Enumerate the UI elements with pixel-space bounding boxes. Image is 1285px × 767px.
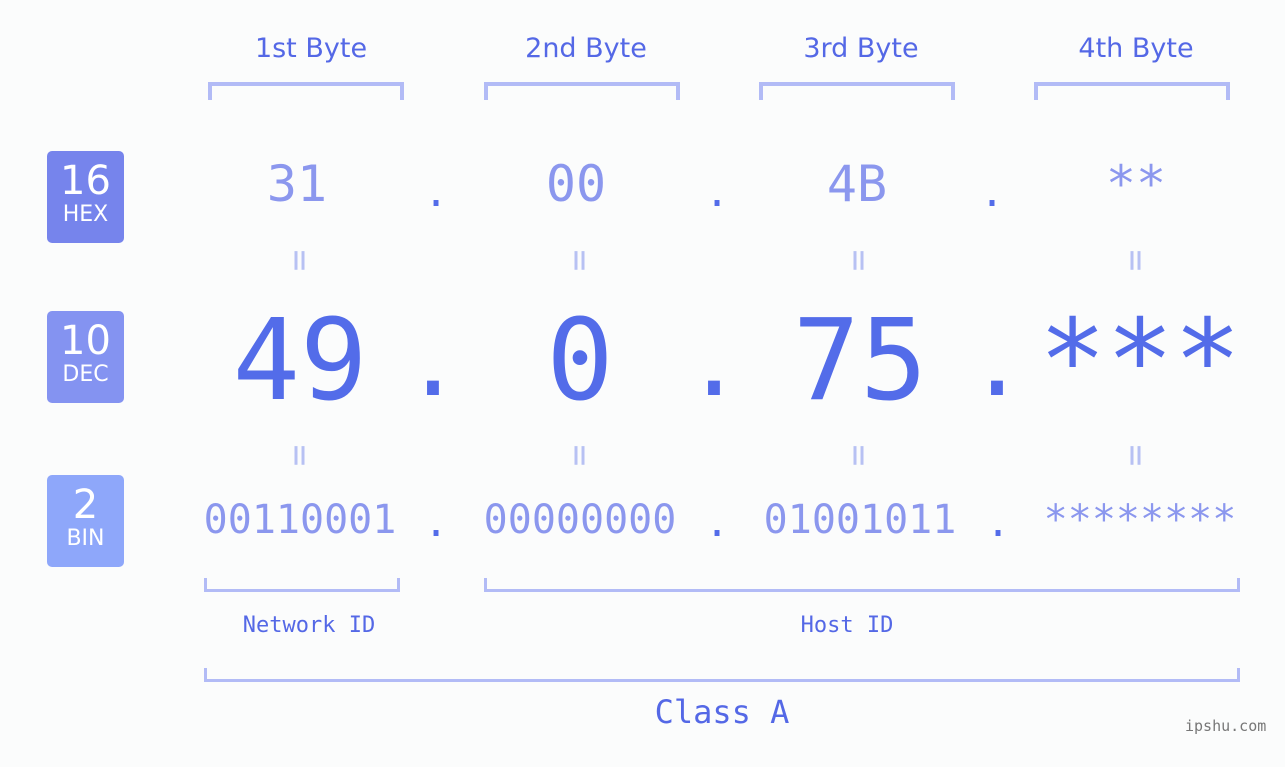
bin-value-4: ******** [1043, 497, 1237, 543]
bin-separator-2: . [704, 500, 730, 546]
dec-value-3: 75 [792, 296, 928, 426]
equals-sign: = [279, 444, 321, 467]
equals-sign: = [838, 249, 880, 272]
byte-header-2: 2nd Byte [525, 33, 647, 64]
byte-bracket-1 [208, 82, 404, 100]
dec-badge-number: 10 [60, 318, 111, 364]
bin-value-1: 00110001 [203, 497, 397, 543]
dec-value-4: *** [1038, 296, 1242, 426]
hex-value-3: 4B [826, 155, 888, 213]
bin-badge-label: BIN [66, 526, 105, 551]
bin-badge-number: 2 [72, 482, 99, 528]
network-id-label: Network ID [242, 613, 376, 638]
dec-value-2: 0 [546, 296, 614, 426]
class-bracket [204, 668, 1240, 682]
hex-badge-number: 16 [60, 158, 111, 204]
host-id-bracket [484, 578, 1240, 592]
hex-badge-label: HEX [62, 202, 109, 227]
byte-header-3: 3rd Byte [803, 33, 919, 64]
equals-sign: = [559, 249, 601, 272]
bin-value-2: 00000000 [483, 497, 677, 543]
equals-sign: = [559, 444, 601, 467]
hex-separator-2: . [704, 170, 730, 216]
equals-sign: = [1115, 249, 1157, 272]
watermark: ipshu.com [1185, 717, 1267, 735]
bin-badge: 2 BIN [47, 475, 124, 567]
equals-sign: = [838, 444, 880, 467]
hex-value-4: ** [1105, 155, 1167, 213]
hex-separator-1: . [423, 170, 449, 216]
byte-bracket-4 [1034, 82, 1230, 100]
dec-value-1: 49 [232, 296, 368, 426]
equals-sign: = [1115, 444, 1157, 467]
host-id-label: Host ID [800, 613, 894, 638]
hex-badge: 16 HEX [47, 151, 124, 243]
dec-separator-1: . [404, 306, 462, 418]
hex-value-2: 00 [545, 155, 607, 213]
equals-sign: = [279, 249, 321, 272]
byte-header-4: 4th Byte [1078, 33, 1194, 64]
bin-separator-1: . [423, 500, 449, 546]
dec-badge-label: DEC [62, 362, 109, 387]
bin-value-3: 01001011 [763, 497, 957, 543]
network-id-bracket [204, 578, 400, 592]
class-label: Class A [654, 693, 790, 731]
bin-separator-3: . [985, 500, 1011, 546]
byte-header-1: 1st Byte [254, 33, 368, 64]
dec-badge: 10 DEC [47, 311, 124, 403]
byte-bracket-2 [484, 82, 680, 100]
byte-bracket-3 [759, 82, 955, 100]
hex-separator-3: . [979, 170, 1005, 216]
dec-separator-3: . [968, 306, 1026, 418]
hex-value-1: 31 [266, 155, 328, 213]
dec-separator-2: . [685, 306, 743, 418]
